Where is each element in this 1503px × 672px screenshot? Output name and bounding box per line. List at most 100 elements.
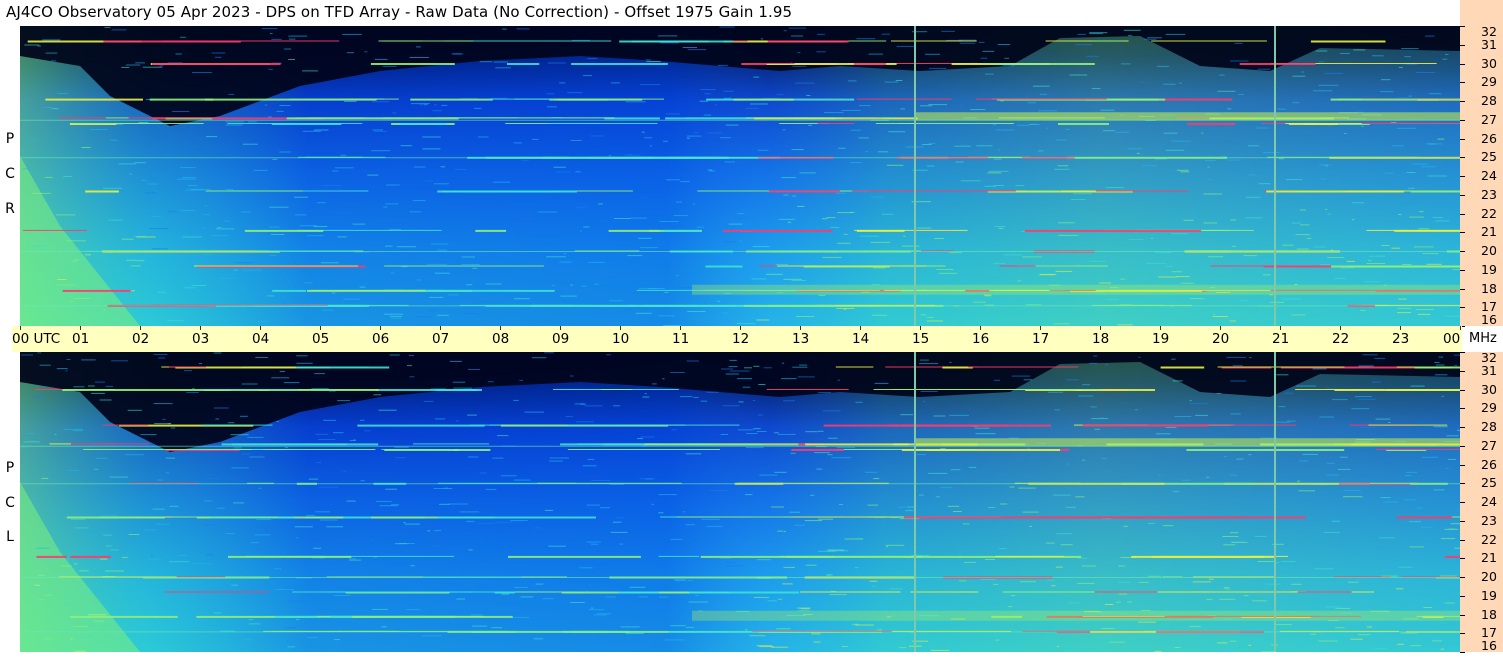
noise-speckle (1425, 143, 1443, 145)
noise-speckle (1075, 44, 1092, 46)
noise-speckle (922, 401, 926, 402)
noise-speckle (686, 137, 690, 139)
rcp-spectrogram (20, 26, 1460, 326)
interference-line (475, 229, 507, 232)
noise-speckle (559, 82, 566, 84)
noise-speckle (1269, 301, 1284, 303)
freq-tick-label: 21 (1481, 224, 1497, 239)
noise-speckle (219, 277, 236, 279)
noise-speckle (215, 228, 235, 230)
noise-speckle (687, 311, 706, 312)
utc-tick-label: 21 (1272, 331, 1290, 347)
noise-speckle (472, 267, 478, 269)
noise-speckle (1341, 267, 1355, 269)
noise-speckle (1432, 640, 1442, 642)
noise-speckle (400, 145, 412, 147)
noise-speckle (322, 185, 341, 186)
noise-speckle (949, 414, 969, 416)
noise-speckle (1143, 38, 1157, 40)
noise-speckle (919, 359, 929, 361)
noise-speckle (1230, 541, 1245, 543)
interference-line (571, 63, 668, 65)
noise-speckle (308, 478, 319, 480)
noise-speckle (352, 223, 366, 225)
noise-speckle (302, 130, 321, 132)
noise-speckle (142, 66, 163, 68)
noise-speckle (888, 131, 906, 133)
interference-line (357, 424, 485, 427)
interference-line (888, 424, 1010, 427)
noise-speckle (1323, 531, 1340, 533)
noise-speckle (376, 500, 392, 502)
freq-tick-label: 25 (1481, 149, 1497, 164)
frequency-axis-corner (1460, 0, 1503, 26)
noise-speckle (1100, 109, 1115, 111)
noise-speckle (1335, 607, 1351, 609)
noise-speckle (1433, 426, 1448, 428)
noise-speckle (1138, 356, 1141, 358)
noise-speckle (105, 570, 124, 572)
interference-line (352, 615, 513, 618)
noise-speckle (461, 264, 480, 265)
noise-speckle (269, 254, 277, 256)
noise-speckle (1301, 71, 1304, 73)
noise-speckle (524, 411, 544, 413)
noise-speckle (1216, 393, 1221, 394)
noise-speckle (959, 580, 967, 582)
noise-speckle (492, 457, 504, 459)
noise-speckle (1353, 49, 1366, 51)
noise-speckle (27, 440, 37, 442)
noise-speckle (729, 370, 750, 372)
noise-speckle (549, 457, 569, 459)
noise-speckle (993, 583, 999, 585)
noise-speckle (306, 514, 316, 516)
noise-speckle (837, 379, 841, 381)
noise-speckle (635, 312, 652, 314)
noise-speckle (408, 355, 414, 356)
noise-speckle (391, 504, 400, 506)
noise-speckle (610, 531, 628, 533)
vertical-event-line (1274, 26, 1276, 326)
noise-speckle (1055, 566, 1063, 568)
noise-speckle (1422, 253, 1439, 255)
noise-speckle (666, 113, 680, 115)
noise-speckle (778, 598, 783, 600)
interference-line (926, 449, 960, 451)
noise-speckle (612, 521, 622, 523)
noise-speckle (1158, 474, 1162, 476)
interference-line (1366, 229, 1460, 231)
utc-tick-label: 02 (132, 331, 150, 347)
noise-speckle (682, 511, 685, 513)
noise-speckle (470, 614, 483, 616)
noise-speckle (670, 625, 686, 627)
freq-tick-label: 18 (1481, 281, 1497, 296)
noise-speckle (625, 101, 646, 103)
noise-speckle (44, 176, 53, 178)
noise-speckle (759, 646, 774, 648)
noise-speckle (1383, 501, 1399, 503)
noise-speckle (987, 172, 1002, 174)
mhz-unit-label: MHz (1469, 331, 1497, 346)
freq-tick-label: 28 (1481, 93, 1497, 108)
noise-speckle (575, 421, 594, 423)
noise-speckle (900, 414, 913, 416)
noise-speckle (1354, 396, 1372, 398)
freq-tick (1460, 596, 1465, 597)
noise-speckle (230, 434, 249, 436)
low-band (692, 610, 1460, 621)
noise-speckle (1434, 361, 1440, 363)
noise-speckle (111, 29, 127, 31)
noise-speckle (658, 512, 664, 514)
noise-speckle (121, 238, 134, 240)
noise-speckle (192, 285, 206, 286)
noise-speckle (1213, 313, 1215, 315)
interference-line (1151, 40, 1267, 42)
noise-speckle (1227, 108, 1232, 110)
noise-speckle (227, 422, 235, 424)
noise-speckle (43, 638, 53, 640)
noise-speckle (548, 545, 566, 547)
freq-tick-label: 22 (1481, 206, 1497, 221)
freq-tick (1460, 139, 1465, 140)
noise-speckle (1229, 640, 1237, 642)
noise-speckle (471, 625, 488, 627)
